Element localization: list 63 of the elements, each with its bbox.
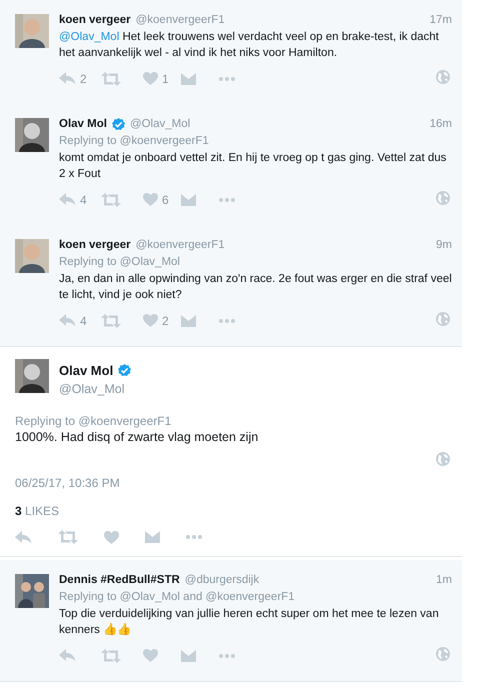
- globe-icon[interactable]: [436, 647, 450, 661]
- user-name[interactable]: Dennis #RedBull#STR: [59, 574, 180, 586]
- envelope-icon[interactable]: [181, 72, 196, 84]
- globe-icon[interactable]: [436, 70, 450, 84]
- tweet-text: 1000%. Had disq of zwarte vlag moeten zijn: [15, 430, 258, 444]
- retweet-icon[interactable]: [101, 72, 121, 86]
- envelope-icon[interactable]: [145, 531, 160, 543]
- count: 2: [162, 314, 169, 328]
- envelope-icon[interactable]: [181, 194, 196, 206]
- globe-icon[interactable]: [436, 452, 450, 466]
- user-name[interactable]: koen vergeer: [59, 239, 131, 251]
- count: 4: [80, 314, 87, 328]
- more-icon[interactable]: [219, 198, 235, 202]
- count: 6: [162, 192, 169, 206]
- tweet-text: Top die verduidelijking van jullie heren echt super om het mee te lezen van kenners 👍👍: [59, 608, 439, 636]
- retweet-icon[interactable]: [58, 530, 78, 544]
- user-name[interactable]: Olav Mol: [59, 118, 107, 130]
- mention-link[interactable]: @Olav_Mol: [59, 31, 120, 43]
- retweet-icon[interactable]: [101, 314, 121, 328]
- count: 2: [80, 72, 87, 86]
- user-handle[interactable]: @koenvergeerF1: [136, 239, 225, 251]
- likes-label[interactable]: LIKES: [25, 504, 60, 518]
- retweet-icon[interactable]: [101, 192, 121, 206]
- envelope-icon[interactable]: [181, 650, 196, 662]
- envelope-icon[interactable]: [181, 314, 196, 326]
- user-name[interactable]: koen vergeer: [59, 14, 131, 26]
- user-handle[interactable]: @dburgersdijk: [184, 574, 260, 586]
- user-handle[interactable]: @Olav_Mol: [59, 382, 124, 396]
- globe-icon[interactable]: [436, 312, 450, 326]
- more-icon[interactable]: [219, 76, 235, 80]
- globe-icon[interactable]: [436, 191, 450, 205]
- user-handle[interactable]: @Olav_Mol: [130, 118, 190, 130]
- more-icon[interactable]: [219, 654, 235, 658]
- heart-icon[interactable]: [104, 530, 119, 544]
- likes-count[interactable]: 3: [15, 504, 22, 518]
- count: 1: [162, 72, 169, 86]
- reply-icon[interactable]: [59, 649, 76, 662]
- more-icon[interactable]: [219, 318, 235, 322]
- reply-icon[interactable]: [15, 530, 32, 544]
- tweet-text: Ja, en dan in alle opwinding van zo'n race. 2e fout was erger en die straf veel te licht, vind je ook niet?: [59, 273, 452, 301]
- tweet-text: komt omdat je onboard vettel zit. En hij te vroeg op t gas ging. Vettel zat dus 2 x Fout: [59, 152, 446, 180]
- timestamp[interactable]: 1m: [436, 574, 452, 586]
- user-handle[interactable]: @koenvergeerF1: [136, 14, 225, 26]
- heart-icon[interactable]: [143, 193, 158, 206]
- heart-icon[interactable]: [143, 72, 158, 85]
- replying-to-text: Replying to @Olav_Mol: [59, 256, 180, 268]
- timestamp[interactable]: 17m: [430, 14, 452, 26]
- timestamp[interactable]: 16m: [430, 118, 452, 130]
- replying-to-text: Replying to @Olav_Mol and @koenvergeerF1: [59, 591, 295, 603]
- tweet-date: 06/25/17, 10:36 PM: [15, 476, 120, 490]
- reply-icon[interactable]: [59, 314, 76, 327]
- heart-icon[interactable]: [143, 314, 158, 327]
- tweet-text: @Olav_Mol Het leek trouwens wel verdacht veel op en brake-test, ik dacht het aanvankelijk wel - al vind ik het niks voor Hamilton.: [59, 30, 440, 61]
- retweet-icon[interactable]: [101, 648, 121, 662]
- heart-icon[interactable]: [143, 649, 158, 662]
- more-icon[interactable]: [186, 535, 202, 539]
- reply-icon[interactable]: [59, 193, 76, 206]
- count: 4: [80, 192, 87, 206]
- user-name[interactable]: Olav Mol: [59, 363, 114, 378]
- timestamp[interactable]: 9m: [436, 239, 452, 251]
- reply-icon[interactable]: [59, 72, 76, 85]
- replying-to-text: Replying to @koenvergeerF1: [15, 414, 172, 428]
- replying-to-text: Replying to @koenvergeerF1: [59, 135, 209, 147]
